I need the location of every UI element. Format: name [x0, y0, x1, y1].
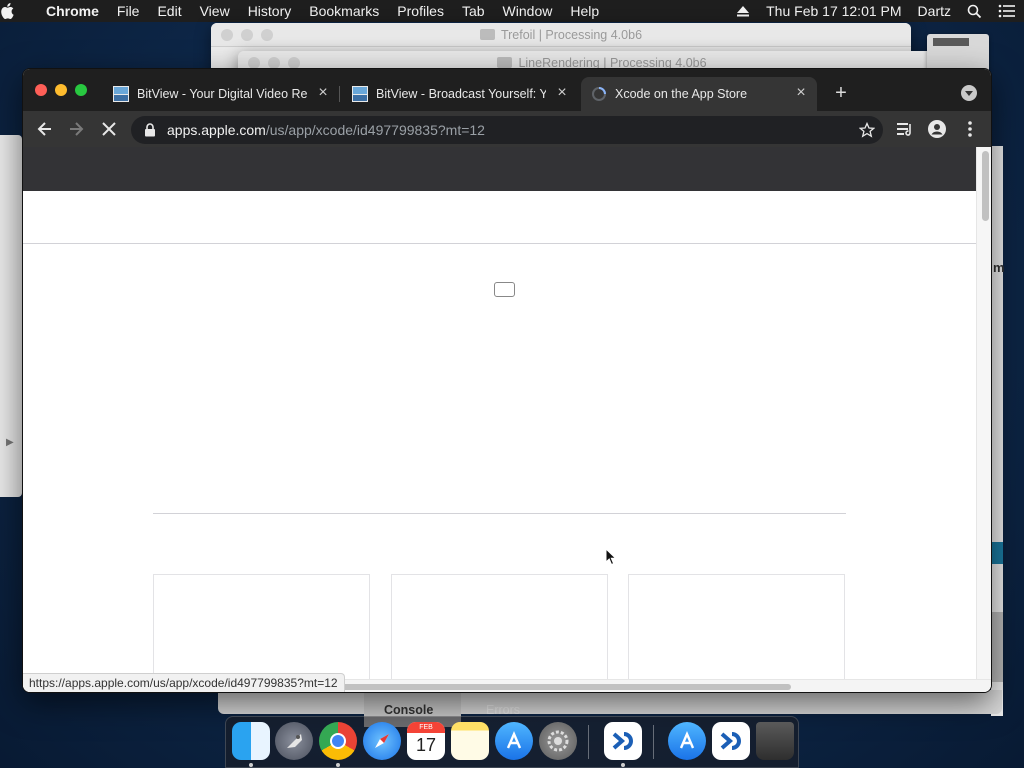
- close-tab-icon[interactable]: ×: [793, 85, 809, 101]
- apple-menu-icon[interactable]: [0, 3, 38, 19]
- window-titlebar[interactable]: Trefoil | Processing 4.0b6: [211, 23, 911, 47]
- menu-view[interactable]: View: [191, 0, 239, 22]
- calendar-icon[interactable]: FEB 17: [407, 722, 445, 760]
- address-bar[interactable]: apps.apple.com/us/app/xcode/id497799835?…: [131, 116, 883, 144]
- minimize-window-button[interactable]: [55, 84, 67, 96]
- app-store-icon[interactable]: [495, 722, 533, 760]
- url-path: /us/app/xcode/id497799835?mt=12: [265, 122, 485, 138]
- dock: FEB 17: [225, 716, 799, 768]
- section-divider: [153, 513, 846, 514]
- content-card[interactable]: [153, 574, 370, 679]
- close-tab-icon[interactable]: ×: [554, 85, 570, 101]
- menubar-clock[interactable]: Thu Feb 17 12:01 PM: [758, 0, 909, 22]
- new-tab-button[interactable]: +: [831, 83, 851, 103]
- link-status-bubble: https://apps.apple.com/us/app/xcode/id49…: [23, 673, 345, 692]
- menu-app-name[interactable]: Chrome: [38, 0, 108, 22]
- calendar-day: 17: [415, 735, 437, 755]
- stop-loading-icon[interactable]: [99, 119, 119, 139]
- tab-bitview-2[interactable]: BitView - Broadcast Yourself: Y ×: [344, 77, 578, 111]
- media-controls-icon[interactable]: [895, 119, 915, 139]
- url-host: apps.apple.com: [167, 122, 266, 138]
- window-controls: [35, 84, 87, 96]
- page-viewport: [23, 147, 976, 679]
- menubar-user[interactable]: Dartz: [910, 0, 959, 22]
- processing-console-bar: Console Errors: [218, 690, 1002, 727]
- app-store-subnav: [23, 191, 976, 244]
- processing-download-icon[interactable]: [712, 722, 750, 760]
- bitview-icon: [352, 86, 368, 102]
- scroll-region: [991, 612, 1003, 682]
- tab-bitview-1[interactable]: BitView - Your Digital Video Re ×: [105, 77, 340, 111]
- accent-strip: [991, 542, 1003, 564]
- tab-xcode-app-store[interactable]: Xcode on the App Store ×: [581, 77, 817, 111]
- loading-placeholder-image: [494, 282, 515, 297]
- menu-history[interactable]: History: [239, 0, 301, 22]
- calendar-month: FEB: [407, 722, 445, 733]
- chrome-window: BitView - Your Digital Video Re × BitVie…: [22, 68, 992, 693]
- tab-title: BitView - Your Digital Video Re: [137, 87, 307, 101]
- system-preferences-icon[interactable]: [539, 722, 577, 760]
- safari-icon[interactable]: [363, 722, 401, 760]
- eject-icon[interactable]: [728, 5, 758, 17]
- browser-toolbar: apps.apple.com/us/app/xcode/id497799835?…: [23, 111, 991, 147]
- window-title: Trefoil | Processing 4.0b6: [500, 27, 643, 42]
- close-tab-icon[interactable]: ×: [315, 85, 331, 101]
- window-controls: [221, 29, 273, 41]
- folder-icon: [497, 57, 513, 68]
- processing-icon[interactable]: [604, 722, 642, 760]
- menu-help[interactable]: Help: [561, 0, 608, 22]
- forward-arrow-icon[interactable]: [66, 119, 86, 139]
- apple-global-nav: [23, 147, 976, 191]
- profile-avatar-icon[interactable]: [927, 119, 947, 139]
- chrome-icon[interactable]: [319, 722, 357, 760]
- menu-tab[interactable]: Tab: [453, 0, 494, 22]
- loading-spinner-icon: [592, 87, 606, 101]
- tab-search-icon[interactable]: [961, 85, 977, 101]
- background-window-edge-right[interactable]: m: [991, 146, 1005, 716]
- vertical-scrollbar[interactable]: [976, 147, 991, 679]
- more-menu-icon[interactable]: [960, 119, 980, 139]
- content-card[interactable]: [628, 574, 845, 679]
- lock-icon[interactable]: [143, 123, 157, 137]
- zoom-window-button[interactable]: [75, 84, 87, 96]
- disclosure-triangle-icon[interactable]: ▶: [6, 437, 14, 448]
- spotlight-search-icon[interactable]: [959, 4, 990, 19]
- tab-strip: BitView - Your Digital Video Re × BitVie…: [23, 69, 991, 111]
- close-window-button[interactable]: [35, 84, 47, 96]
- mouse-cursor-icon: [605, 548, 617, 566]
- tab-title: BitView - Broadcast Yourself: Y: [376, 87, 546, 101]
- menu-bookmarks[interactable]: Bookmarks: [300, 0, 388, 22]
- tab-title: Xcode on the App Store: [615, 87, 748, 101]
- trash-icon[interactable]: [756, 722, 794, 760]
- menu-edit[interactable]: Edit: [148, 0, 190, 22]
- content-card[interactable]: [391, 574, 608, 679]
- partial-text: m: [993, 260, 1005, 275]
- menu-window[interactable]: Window: [494, 0, 562, 22]
- macos-menu-bar: Chrome File Edit View History Bookmarks …: [0, 0, 1024, 22]
- menu-profiles[interactable]: Profiles: [388, 0, 453, 22]
- app-store-download-icon[interactable]: [668, 722, 706, 760]
- launchpad-icon[interactable]: [275, 722, 313, 760]
- bitview-icon: [113, 86, 129, 102]
- back-arrow-icon[interactable]: [35, 119, 55, 139]
- folder-icon: [479, 29, 495, 40]
- notes-icon[interactable]: [451, 722, 489, 760]
- bookmark-star-icon[interactable]: [859, 122, 875, 138]
- finder-icon[interactable]: [232, 722, 270, 760]
- menu-file[interactable]: File: [108, 0, 149, 22]
- control-center-icon[interactable]: [990, 4, 1024, 18]
- background-window-edge-left[interactable]: ▶: [0, 135, 22, 497]
